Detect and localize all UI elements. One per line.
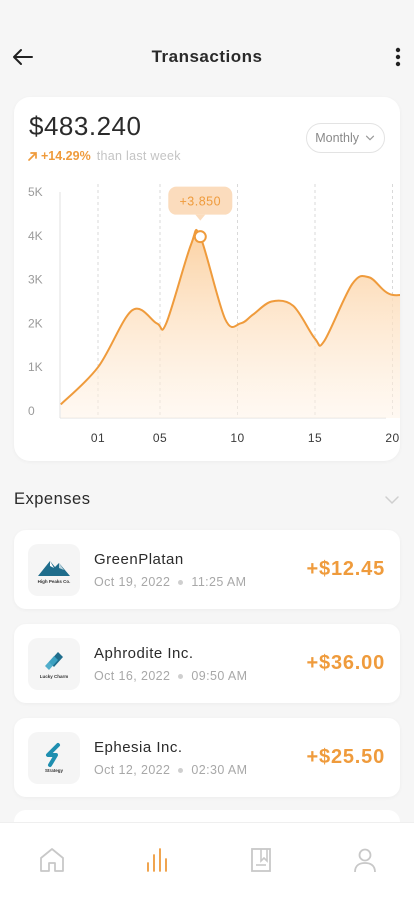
transaction-date: Oct 16, 2022 bbox=[94, 669, 171, 683]
more-vertical-icon bbox=[395, 47, 401, 67]
merchant-logo: Strategy bbox=[28, 732, 80, 784]
separator-dot bbox=[178, 579, 184, 585]
nav-profile[interactable] bbox=[350, 845, 380, 875]
tooltip-pointer bbox=[195, 214, 206, 221]
logo-caption: Strategy bbox=[44, 768, 63, 773]
transaction-time: 09:50 AM bbox=[191, 669, 248, 683]
transaction-item[interactable]: High Peaks Co. GreenPlatan Oct 19, 2022 … bbox=[14, 530, 400, 609]
transaction-amount: +$36.00 bbox=[306, 652, 385, 674]
more-button[interactable] bbox=[390, 44, 406, 70]
transaction-item[interactable]: Strategy Ephesia Inc. Oct 12, 2022 02:30… bbox=[14, 718, 400, 797]
transaction-datetime: Oct 12, 2022 02:30 AM bbox=[94, 763, 247, 777]
transaction-time: 11:25 AM bbox=[191, 575, 247, 589]
y-tick-label: 0 bbox=[28, 404, 35, 418]
merchant-logo: Lucky Charm bbox=[28, 638, 80, 690]
bar-chart-icon bbox=[147, 848, 167, 872]
transaction-date: Oct 19, 2022 bbox=[94, 575, 171, 589]
logo-caption: Lucky Charm bbox=[39, 674, 69, 679]
highlight-point[interactable] bbox=[193, 230, 207, 244]
y-tick-label: 1K bbox=[28, 360, 43, 374]
merchant-logo: High Peaks Co. bbox=[28, 544, 80, 596]
x-tick-label: 01 bbox=[91, 431, 105, 445]
mountain-logo-icon bbox=[38, 561, 70, 576]
separator-dot bbox=[178, 767, 184, 773]
expenses-toggle[interactable] bbox=[384, 492, 400, 508]
home-icon bbox=[40, 848, 64, 872]
s-logo-icon bbox=[46, 743, 60, 767]
x-tick-label: 05 bbox=[153, 431, 167, 445]
transactions-chart: 5K 4K 3K 2K 1K 0 01 05 10 15 20 +3.850 bbox=[28, 184, 400, 445]
transaction-datetime: Oct 16, 2022 09:50 AM bbox=[94, 669, 247, 683]
page-title: Transactions bbox=[151, 47, 263, 66]
y-tick-label: 2K bbox=[28, 316, 43, 330]
user-icon bbox=[354, 848, 376, 873]
merchant-name: Aphrodite Inc. bbox=[94, 645, 194, 662]
y-tick-label: 3K bbox=[28, 273, 43, 287]
nav-statistics[interactable] bbox=[142, 845, 172, 875]
receipt-icon bbox=[251, 848, 271, 872]
tooltip-value: +3.850 bbox=[180, 195, 222, 209]
transaction-amount: +$25.50 bbox=[306, 746, 385, 768]
merchant-name: Ephesia Inc. bbox=[94, 739, 183, 756]
x-tick-label: 10 bbox=[230, 431, 244, 445]
transaction-item[interactable]: Lucky Charm Aphrodite Inc. Oct 16, 2022 … bbox=[14, 624, 400, 703]
chevron-down-icon bbox=[385, 496, 399, 505]
bottom-nav bbox=[0, 822, 414, 897]
transaction-time: 02:30 AM bbox=[191, 763, 248, 777]
y-tick-label: 5K bbox=[28, 185, 43, 199]
separator-dot bbox=[178, 673, 184, 679]
logo-caption: High Peaks Co. bbox=[37, 579, 71, 584]
nav-home[interactable] bbox=[37, 845, 67, 875]
nav-receipts[interactable] bbox=[246, 845, 276, 875]
x-tick-label: 20 bbox=[385, 431, 399, 445]
chart-card: $483.240 +14.29% than last week Monthly … bbox=[14, 97, 400, 461]
y-tick-label: 4K bbox=[28, 229, 43, 243]
transaction-amount: +$12.45 bbox=[306, 558, 385, 580]
x-tick-label: 15 bbox=[308, 431, 322, 445]
diamond-logo-icon bbox=[45, 652, 63, 670]
expenses-title: Expenses bbox=[14, 490, 91, 508]
transaction-date: Oct 12, 2022 bbox=[94, 763, 171, 777]
area-fill bbox=[60, 229, 400, 418]
header: Transactions bbox=[0, 0, 414, 100]
merchant-name: GreenPlatan bbox=[94, 551, 184, 568]
transaction-datetime: Oct 19, 2022 11:25 AM bbox=[94, 575, 246, 589]
